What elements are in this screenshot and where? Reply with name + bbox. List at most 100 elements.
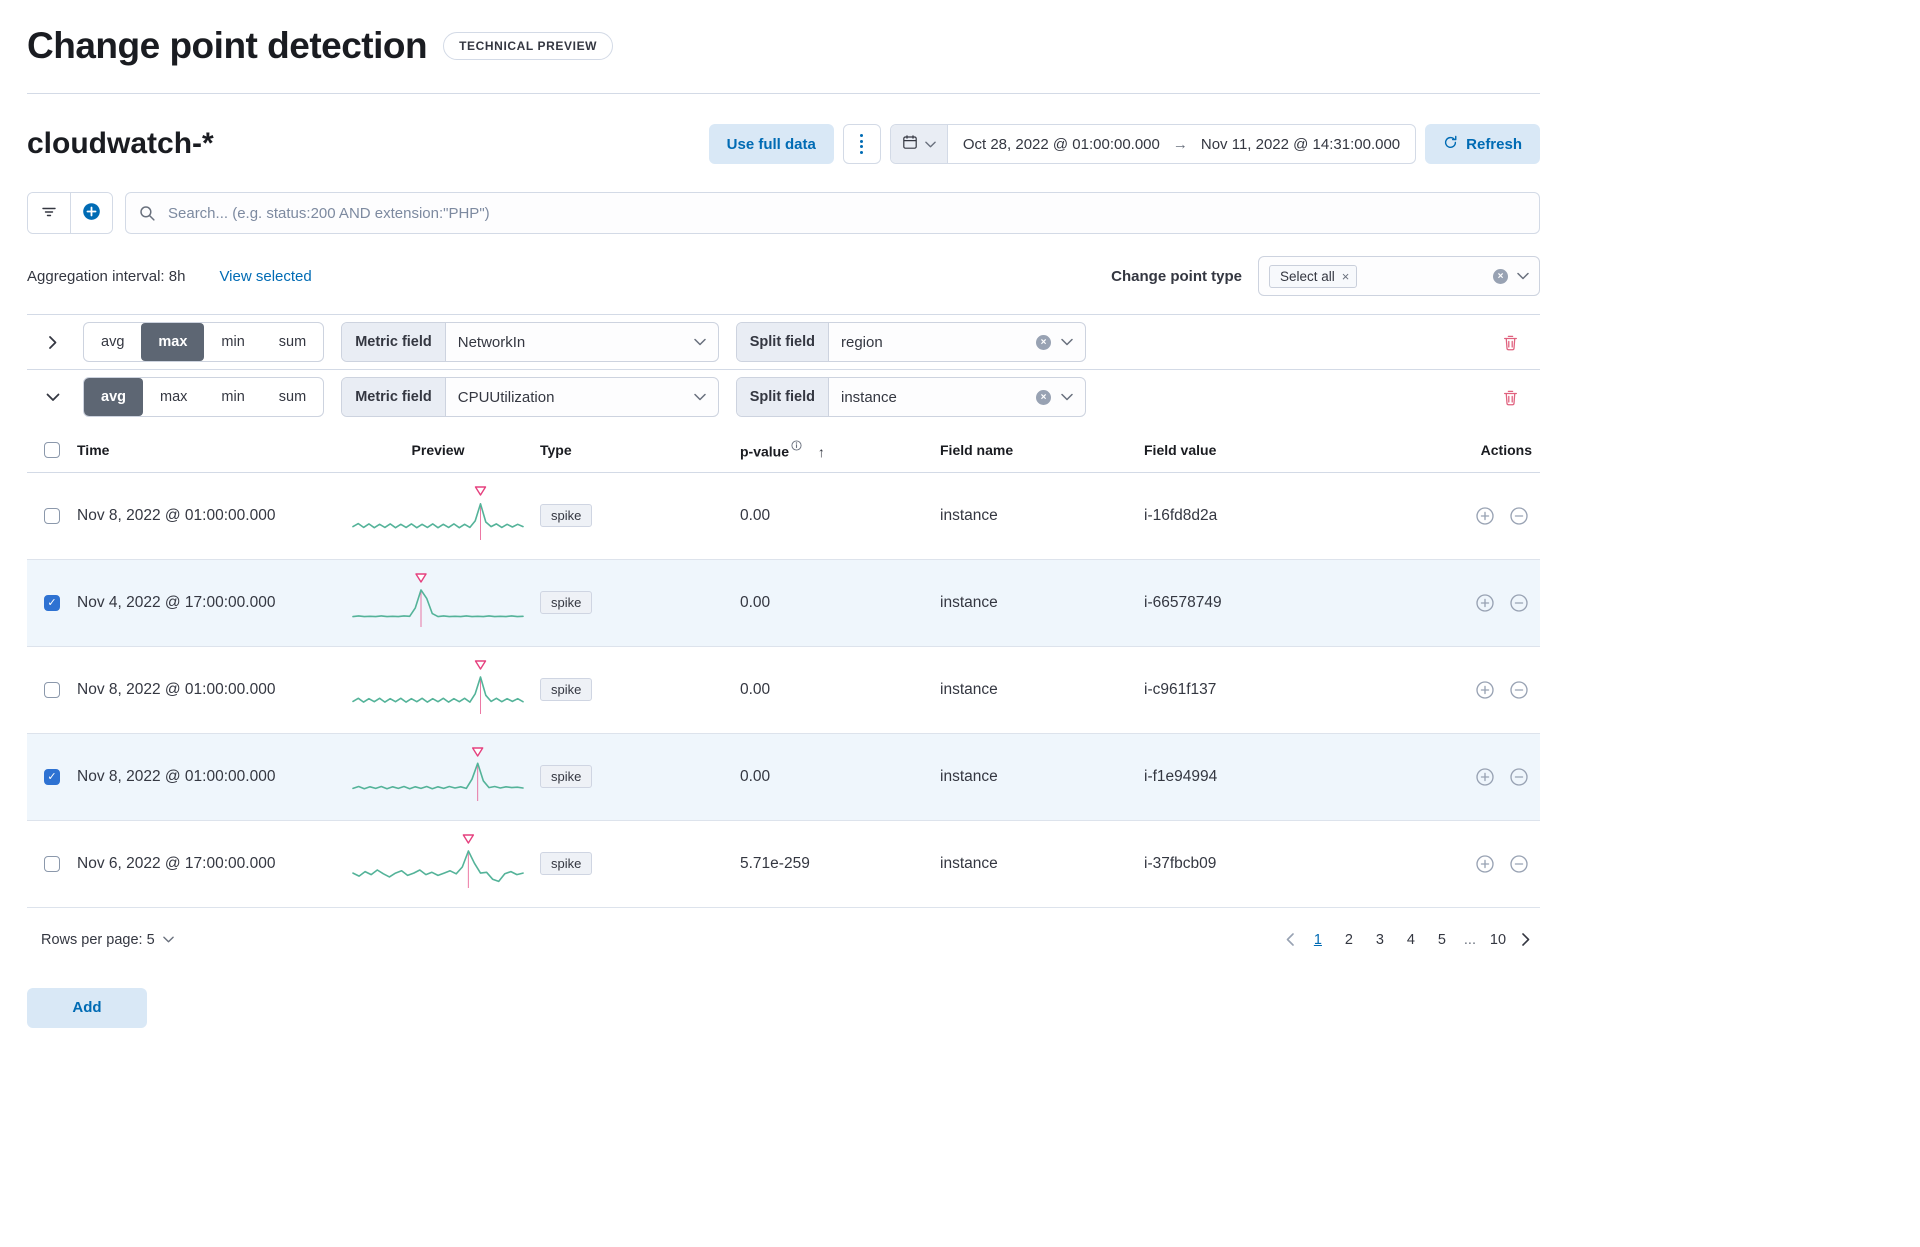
row-checkbox[interactable] [44, 594, 60, 611]
expand-toggle-button[interactable] [40, 384, 66, 410]
filter-for-value-button[interactable] [1470, 849, 1500, 879]
column-header-actions: Actions [1439, 430, 1540, 473]
search-row [27, 192, 1540, 234]
column-header-field-value[interactable]: Field value [1144, 430, 1439, 473]
time-cell: Nov 8, 2022 @ 01:00:00.000 [77, 472, 336, 560]
split-field-label: Split field [736, 323, 829, 361]
metric-field-label: Metric field [342, 378, 446, 416]
filter-out-value-button[interactable] [1504, 501, 1534, 531]
function-avg-button[interactable]: avg [84, 378, 143, 416]
plus-in-circle-outline-icon [1476, 506, 1494, 525]
filter-out-value-button[interactable] [1504, 762, 1534, 792]
start-date-button[interactable]: Oct 28, 2022 @ 01:00:00.000 [963, 136, 1160, 153]
sparkline-chart [350, 832, 526, 890]
clear-split-field-icon[interactable]: × [1036, 334, 1051, 350]
previous-page-button[interactable] [1282, 933, 1298, 946]
function-avg-button[interactable]: avg [84, 323, 141, 361]
p-value-cell: 5.71e-259 [740, 820, 940, 908]
filter-for-value-button[interactable] [1470, 675, 1500, 705]
clear-selection-icon[interactable]: × [1493, 268, 1508, 284]
split-field-select[interactable]: instance × [829, 378, 1085, 416]
arrow-right-icon: → [1172, 135, 1188, 153]
row-checkbox[interactable] [44, 507, 60, 524]
add-filter-button[interactable] [70, 193, 112, 233]
p-value-cell: 0.00 [740, 559, 940, 647]
column-header-type[interactable]: Type [540, 430, 740, 473]
search-icon [139, 205, 156, 227]
function-sum-button[interactable]: sum [262, 323, 323, 361]
filter-out-value-button[interactable] [1504, 849, 1534, 879]
metric-field-select[interactable]: NetworkIn [446, 323, 718, 361]
time-cell: Nov 4, 2022 @ 17:00:00.000 [77, 559, 336, 647]
type-cell: spike [540, 472, 740, 560]
split-field-select[interactable]: region × [829, 323, 1085, 361]
chevron-down-icon [694, 338, 706, 346]
row-checkbox[interactable] [44, 855, 60, 872]
field-value-cell: i-f1e94994 [1144, 733, 1439, 821]
remove-option-icon[interactable]: × [1342, 270, 1350, 283]
clear-split-field-icon[interactable]: × [1035, 389, 1051, 405]
split-field-label: Split field [736, 378, 829, 416]
delete-config-button[interactable] [1494, 326, 1526, 358]
refresh-button[interactable]: Refresh [1425, 124, 1540, 164]
type-badge: spike [540, 504, 593, 528]
filter-button[interactable] [28, 193, 70, 233]
add-button[interactable]: Add [27, 987, 147, 1028]
chevron-down-icon [925, 141, 936, 148]
expand-toggle-button[interactable] [40, 329, 66, 355]
preview-cell [336, 559, 540, 647]
metric-field-control: Metric field NetworkIn [341, 322, 719, 362]
table-row: Nov 4, 2022 @ 17:00:00.000 spike 0.00 in… [27, 559, 1540, 647]
rows-per-page-button[interactable]: Rows per page: 5 [41, 932, 174, 948]
page-1-button[interactable]: 1 [1307, 928, 1329, 952]
p-value-cell: 0.00 [740, 472, 940, 560]
function-min-button[interactable]: min [204, 323, 261, 361]
field-name-cell: instance [940, 820, 1144, 908]
preview-cell [336, 646, 540, 734]
metric-field-label: Metric field [342, 323, 446, 361]
function-max-button[interactable]: max [141, 323, 205, 361]
delete-config-button[interactable] [1494, 381, 1526, 413]
query-menu-button[interactable] [842, 124, 881, 164]
column-header-time[interactable]: Time [77, 430, 336, 473]
filter-out-value-button[interactable] [1504, 675, 1534, 705]
row-checkbox[interactable] [44, 681, 60, 698]
page-5-button[interactable]: 5 [1431, 928, 1453, 952]
calendar-icon [902, 134, 918, 155]
filter-for-value-button[interactable] [1470, 501, 1500, 531]
column-header-p-value[interactable]: p-value ↑ [740, 430, 940, 473]
chevron-icon [46, 393, 60, 401]
row-checkbox[interactable] [44, 768, 60, 785]
function-sum-button[interactable]: sum [262, 378, 323, 416]
filter-for-value-button[interactable] [1470, 588, 1500, 618]
page-title: Change point detection [27, 25, 428, 66]
type-badge: spike [540, 765, 593, 789]
use-full-data-button[interactable]: Use full data [708, 124, 834, 164]
select-all-rows-checkbox[interactable] [44, 442, 60, 459]
plus-in-circle-outline-icon [1476, 767, 1494, 786]
config-list: avg max min sum Metric field NetworkIn Spli… [27, 314, 1540, 430]
calendar-menu-button[interactable] [890, 125, 948, 163]
page-10-button[interactable]: 10 [1487, 928, 1509, 952]
split-field-value: instance [840, 388, 897, 406]
filter-out-value-button[interactable] [1504, 588, 1534, 618]
page-3-button[interactable]: 3 [1369, 928, 1391, 952]
search-input[interactable] [125, 192, 1540, 234]
end-date-button[interactable]: Nov 11, 2022 @ 14:31:00.000 [1201, 136, 1400, 153]
chevron-down-icon [162, 936, 174, 943]
change-point-type-combobox[interactable]: Select all × × [1258, 256, 1540, 296]
function-min-button[interactable]: min [204, 378, 261, 416]
metric-field-select[interactable]: CPUUtilization [446, 378, 718, 416]
page-4-button[interactable]: 4 [1400, 928, 1422, 952]
column-header-field-name[interactable]: Field name [940, 430, 1144, 473]
split-field-value: region [841, 333, 883, 351]
field-name-cell: instance [940, 559, 1144, 647]
view-selected-link[interactable]: View selected [219, 268, 311, 285]
config-row: avg max min sum Metric field NetworkIn Spli… [27, 314, 1540, 369]
page-2-button[interactable]: 2 [1338, 928, 1360, 952]
function-max-button[interactable]: max [143, 378, 204, 416]
filter-for-value-button[interactable] [1470, 762, 1500, 792]
date-picker[interactable]: Oct 28, 2022 @ 01:00:00.000 → Nov 11, 20… [889, 124, 1417, 164]
field-value-cell: i-66578749 [1144, 559, 1439, 647]
next-page-button[interactable] [1518, 933, 1534, 946]
